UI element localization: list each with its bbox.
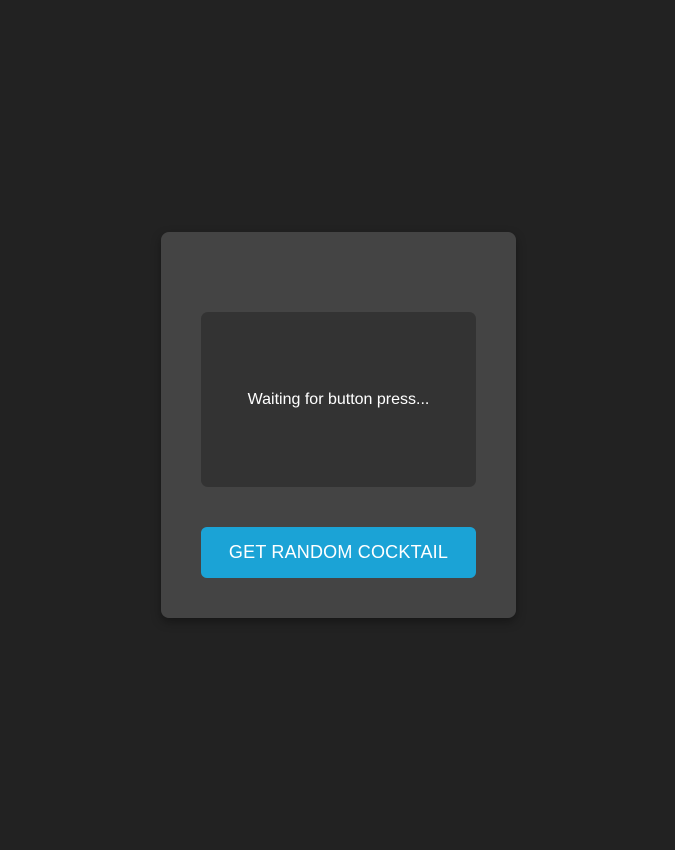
cocktail-card: Waiting for button press... GET RANDOM C…: [161, 232, 516, 618]
get-random-cocktail-button[interactable]: GET RANDOM COCKTAIL: [201, 527, 476, 578]
cocktail-display: Waiting for button press...: [201, 312, 476, 487]
status-text: Waiting for button press...: [247, 390, 430, 408]
